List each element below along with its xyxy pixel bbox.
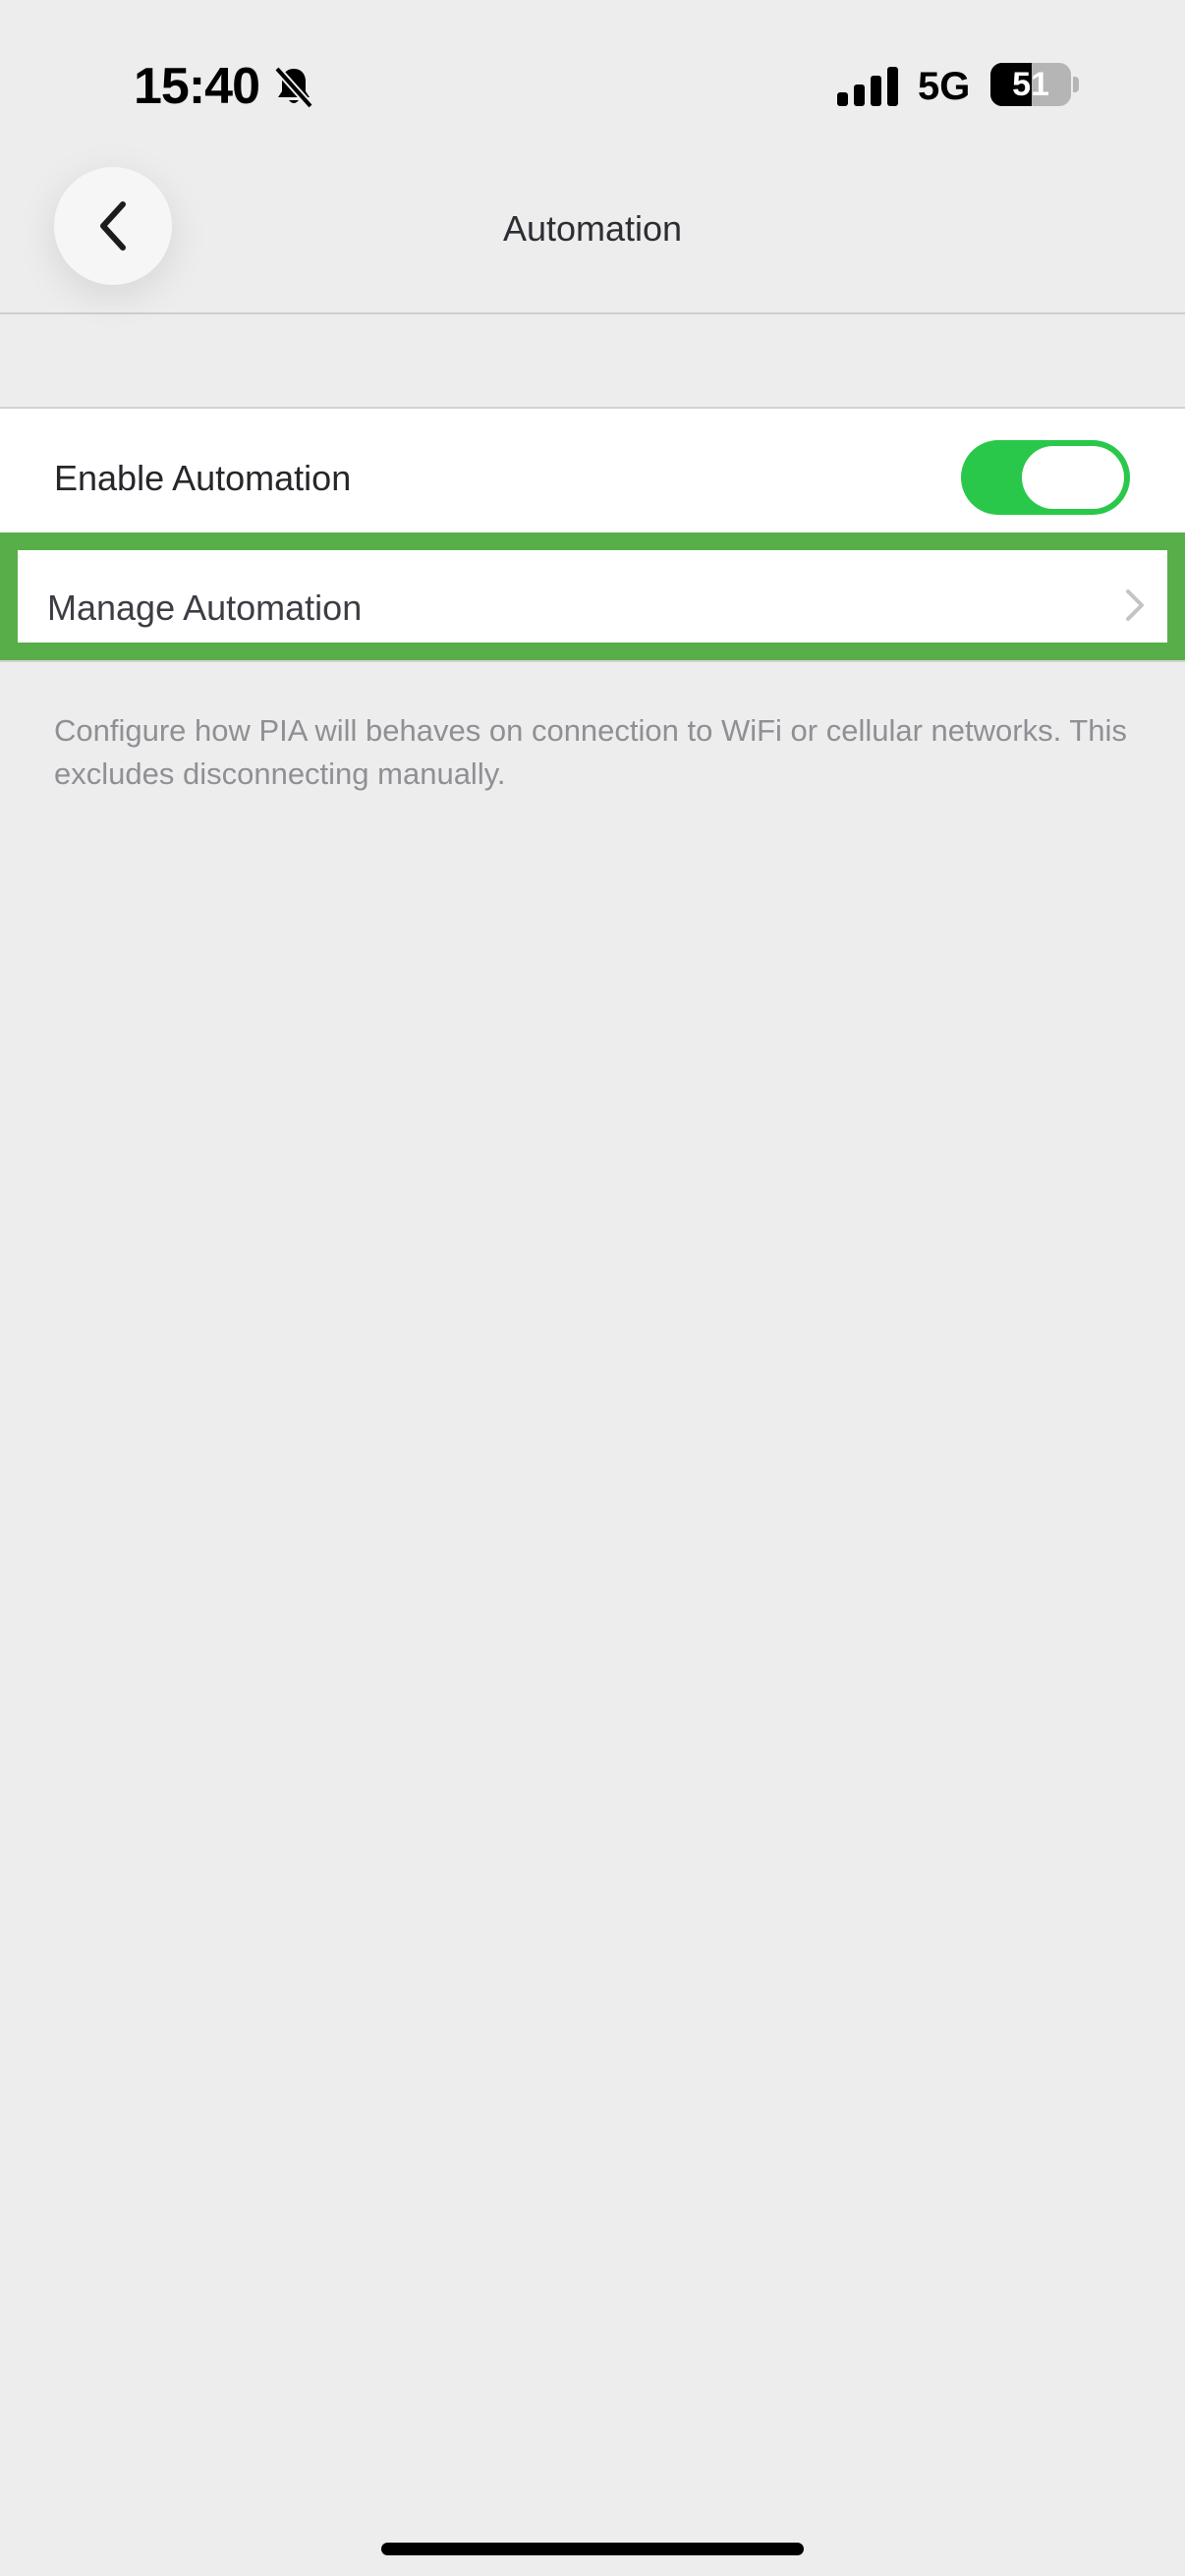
page-title: Automation xyxy=(502,208,683,249)
automation-settings-group: Enable Automation Manage Automation xyxy=(0,407,1185,662)
battery-icon: 51 xyxy=(990,63,1071,106)
home-indicator[interactable] xyxy=(381,2543,804,2555)
manage-automation-row[interactable]: Manage Automation xyxy=(18,550,1167,643)
enable-automation-label: Enable Automation xyxy=(54,458,352,498)
battery-percent: 51 xyxy=(1012,66,1049,103)
network-type: 5G xyxy=(918,65,971,108)
manage-automation-label: Manage Automation xyxy=(47,588,363,628)
cellular-signal-icon xyxy=(837,67,898,106)
manage-automation-highlight: Manage Automation xyxy=(0,532,1185,660)
toggle-knob xyxy=(1022,446,1124,509)
bell-slash-icon xyxy=(274,66,313,109)
automation-description: Configure how PIA will behaves on connec… xyxy=(54,713,1127,791)
battery-nub xyxy=(1073,77,1079,92)
status-bar: 15:40 5G 51 xyxy=(0,0,1185,167)
enable-automation-row: Enable Automation xyxy=(0,409,1185,532)
status-time: 15:40 xyxy=(134,58,260,115)
navigation-bar: Automation xyxy=(0,167,1185,314)
chevron-right-icon xyxy=(1126,589,1144,621)
enable-automation-toggle[interactable] xyxy=(961,440,1130,515)
